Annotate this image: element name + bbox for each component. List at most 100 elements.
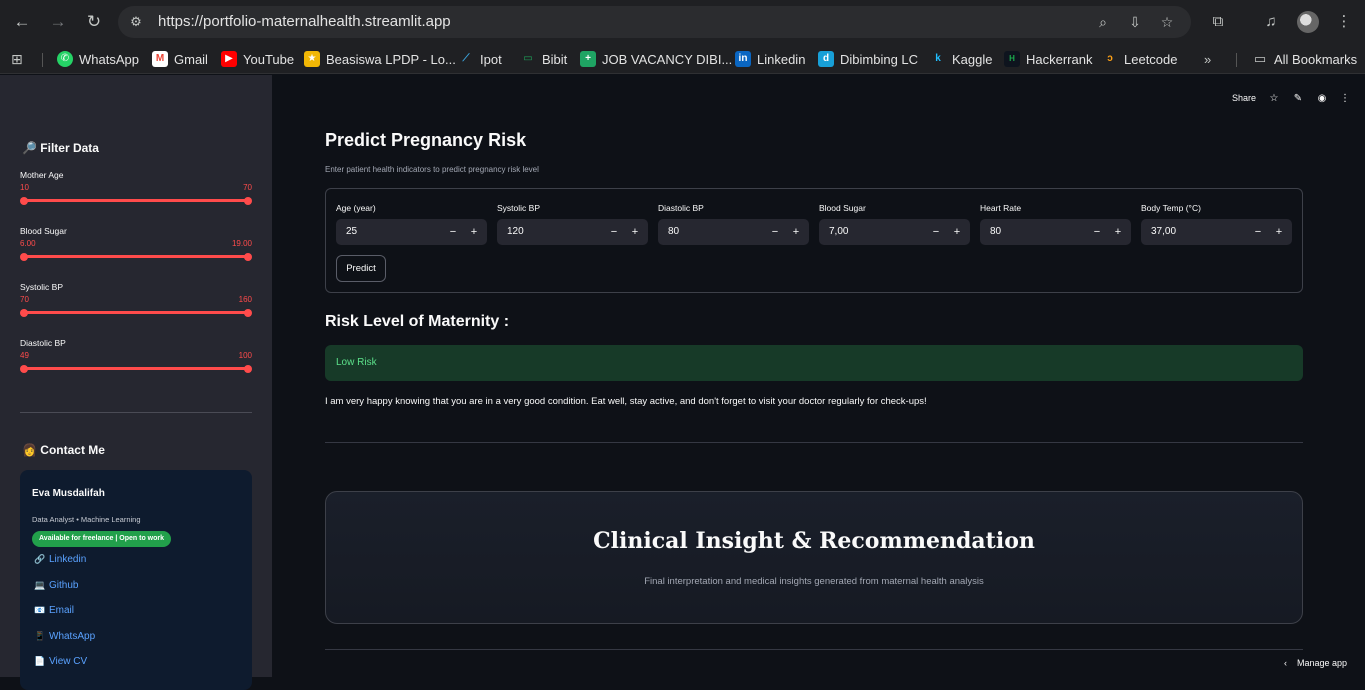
contact-card: Eva Musdalifah Data Analyst • Machine Le… bbox=[20, 470, 252, 690]
decrement-button[interactable]: − bbox=[604, 219, 624, 245]
gmail-icon: M bbox=[152, 51, 168, 67]
link-view-cv[interactable]: 📄 View CV bbox=[34, 656, 87, 667]
more-bookmarks-icon[interactable]: » bbox=[1204, 50, 1211, 68]
risk-message: I am very happy knowing that you are in … bbox=[325, 396, 927, 407]
bookmark-youtube[interactable]: ▶ YouTube bbox=[221, 50, 294, 68]
person-icon: 👩 bbox=[22, 443, 37, 457]
github-icon[interactable]: ◉ bbox=[1316, 93, 1328, 105]
bookmark-hackerrank[interactable]: H Hackerrank bbox=[1004, 50, 1092, 68]
edit-icon[interactable]: ✎ bbox=[1292, 93, 1304, 105]
address-bar[interactable]: ⚙ https://portfolio-maternalhealth.strea… bbox=[118, 6, 1191, 38]
slider-handle-max[interactable] bbox=[244, 252, 252, 261]
magnifier-icon: 🔎 bbox=[22, 141, 37, 155]
slider-handle-min[interactable] bbox=[20, 308, 28, 317]
bookmarks-divider bbox=[42, 53, 43, 67]
section-divider bbox=[325, 442, 1303, 443]
increment-button[interactable]: + bbox=[1108, 219, 1128, 245]
slider-label-blood-sugar: Blood Sugar bbox=[20, 226, 67, 236]
bibit-icon: ▭ bbox=[523, 53, 533, 64]
install-app-icon[interactable]: ⇩ bbox=[1126, 13, 1144, 31]
star-icon[interactable]: ☆ bbox=[1268, 93, 1280, 105]
bookmark-bibit[interactable]: ▭ Bibit bbox=[520, 50, 567, 68]
profile-avatar[interactable] bbox=[1297, 11, 1319, 33]
url-text[interactable]: https://portfolio-maternalhealth.streaml… bbox=[158, 13, 451, 30]
bookmark-linkedin[interactable]: in Linkedin bbox=[735, 50, 805, 68]
link-github[interactable]: 💻 Github bbox=[34, 580, 78, 591]
leetcode-icon: ↄ bbox=[1107, 53, 1113, 64]
diastolic-input[interactable]: 80− + bbox=[658, 219, 809, 245]
slider-range-systolic-bp: 70 160 bbox=[20, 295, 252, 304]
body-temp-input[interactable]: 37,00− + bbox=[1141, 219, 1292, 245]
lpdp-icon: ★ bbox=[304, 51, 320, 67]
slider-handle-min[interactable] bbox=[20, 252, 28, 261]
zoom-icon[interactable]: ⌕ bbox=[1094, 13, 1112, 31]
bookmark-lpdp[interactable]: ★ Beasiswa LPDP - Lo... bbox=[304, 50, 456, 68]
menu-kebab-icon[interactable]: ⋮ bbox=[1333, 11, 1355, 33]
age-input[interactable]: 25− + bbox=[336, 219, 487, 245]
slider-handle-min[interactable] bbox=[20, 364, 28, 373]
filter-data-heading: 🔎 Filter Data bbox=[22, 141, 99, 155]
blood-sugar-input[interactable]: 7,00− + bbox=[819, 219, 970, 245]
main-menu-icon[interactable]: ⋮ bbox=[1339, 93, 1351, 105]
sidebar-divider bbox=[20, 412, 252, 413]
decrement-button[interactable]: − bbox=[443, 219, 463, 245]
systolic-input[interactable]: 120− + bbox=[497, 219, 648, 245]
bookmark-gmail[interactable]: M Gmail bbox=[152, 50, 208, 68]
link-whatsapp[interactable]: 📱 WhatsApp bbox=[34, 631, 95, 642]
insight-title: Clinical Insight & Recommendation bbox=[593, 528, 1035, 554]
bookmark-kaggle[interactable]: k Kaggle bbox=[930, 50, 992, 68]
bookmark-dibimbing[interactable]: d Dibimbing LC bbox=[818, 50, 918, 68]
page-title: Predict Pregnancy Risk bbox=[325, 130, 527, 150]
share-button[interactable]: Share bbox=[1232, 93, 1256, 103]
increment-button[interactable]: + bbox=[625, 219, 645, 245]
forward-icon[interactable]: → bbox=[47, 11, 69, 33]
risk-result-alert: Low Risk bbox=[325, 345, 1303, 381]
bookmark-star-icon[interactable]: ☆ bbox=[1158, 13, 1176, 31]
media-control-icon[interactable]: ♫ bbox=[1260, 11, 1282, 33]
reload-icon[interactable]: ↻ bbox=[83, 11, 105, 33]
link-email[interactable]: 📧 Email bbox=[34, 605, 74, 616]
whatsapp-icon: ✆ bbox=[57, 51, 73, 67]
contact-heading: 👩 Contact Me bbox=[22, 443, 105, 457]
increment-button[interactable]: + bbox=[947, 219, 967, 245]
slider-handle-max[interactable] bbox=[244, 308, 252, 317]
slider-handle-min[interactable] bbox=[20, 196, 28, 205]
bookmark-whatsapp[interactable]: ✆ WhatsApp bbox=[57, 50, 139, 68]
slider-range-mother-age: 10 70 bbox=[20, 183, 252, 192]
link-linkedin[interactable]: 🔗 Linkedin bbox=[34, 554, 86, 565]
section-divider bbox=[325, 649, 1303, 650]
decrement-button[interactable]: − bbox=[1087, 219, 1107, 245]
dibimbing-icon: d bbox=[818, 51, 834, 67]
decrement-button[interactable]: − bbox=[926, 219, 946, 245]
increment-button[interactable]: + bbox=[786, 219, 806, 245]
back-icon[interactable]: ← bbox=[11, 11, 33, 33]
slider-systolic-bp[interactable] bbox=[20, 308, 252, 317]
bookmarks-bar: ⊞ ✆ WhatsApp M Gmail ▶ YouTube ★ Beasiswa LP… bbox=[0, 44, 1365, 74]
decrement-button[interactable]: − bbox=[765, 219, 785, 245]
label-age: Age (year) bbox=[336, 203, 376, 213]
manage-app-button[interactable]: ‹ Manage app bbox=[1284, 658, 1347, 668]
slider-blood-sugar[interactable] bbox=[20, 252, 252, 261]
increment-button[interactable]: + bbox=[464, 219, 484, 245]
bookmark-leetcode[interactable]: ↄ Leetcode bbox=[1102, 50, 1177, 68]
heart-rate-input[interactable]: 80− + bbox=[980, 219, 1131, 245]
increment-button[interactable]: + bbox=[1269, 219, 1289, 245]
predict-button[interactable]: Predict bbox=[336, 255, 386, 282]
slider-mother-age[interactable] bbox=[20, 196, 252, 205]
all-bookmarks[interactable]: ▭ All Bookmarks bbox=[1252, 50, 1357, 68]
slider-handle-max[interactable] bbox=[244, 364, 252, 373]
label-blood-sugar: Blood Sugar bbox=[819, 203, 866, 213]
site-settings-icon[interactable]: ⚙ bbox=[128, 14, 144, 30]
laptop-icon: 💻 bbox=[34, 580, 46, 590]
slider-diastolic-bp[interactable] bbox=[20, 364, 252, 373]
slider-handle-max[interactable] bbox=[244, 196, 252, 205]
slider-range-blood-sugar: 6.00 19.00 bbox=[20, 239, 252, 248]
label-systolic: Systolic BP bbox=[497, 203, 540, 213]
decrement-button[interactable]: − bbox=[1248, 219, 1268, 245]
browser-toolbar: ← → ↻ ⚙ https://portfolio-maternalhealth… bbox=[0, 0, 1365, 44]
contact-role: Data Analyst • Machine Learning bbox=[32, 515, 141, 524]
bookmark-ipot[interactable]: ⟋ Ipot bbox=[458, 50, 502, 68]
apps-grid-icon[interactable]: ⊞ bbox=[11, 50, 23, 68]
extensions-icon[interactable]: ⧉ bbox=[1207, 11, 1229, 33]
bookmark-job-vacancy[interactable]: + JOB VACANCY DIBI... bbox=[580, 50, 732, 68]
